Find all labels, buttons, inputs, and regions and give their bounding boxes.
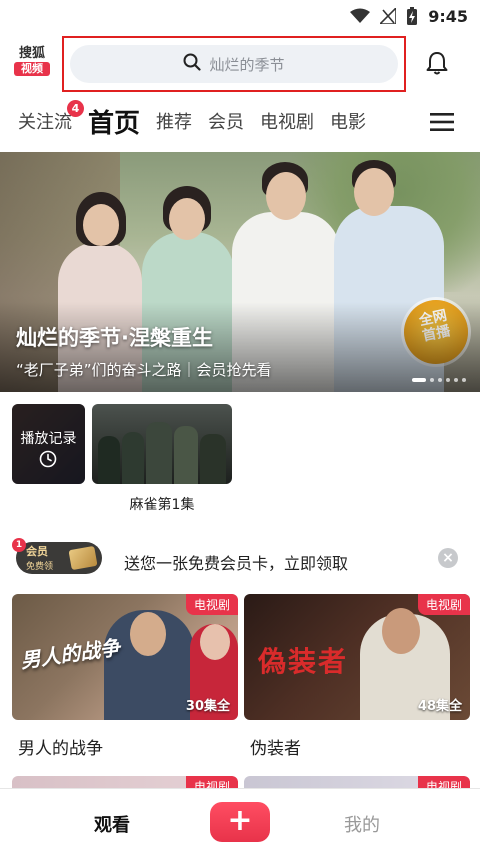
channel-tabs: 关注流 4 首页 推荐 会员 电视剧 电影: [0, 100, 480, 142]
search-icon: [183, 53, 202, 75]
poster-figure-head: [382, 608, 420, 654]
carousel-dot: [462, 378, 466, 382]
history-item-thumbnail[interactable]: [92, 404, 232, 484]
tab-vip[interactable]: 会员: [208, 108, 244, 134]
tab-home[interactable]: 首页: [88, 103, 140, 140]
episode-count: 30集全: [185, 699, 230, 714]
banner-figure-head: [169, 198, 205, 240]
tab-follow[interactable]: 关注流 4: [18, 100, 84, 134]
tab-movie[interactable]: 电影: [330, 108, 366, 134]
carousel-dot: [454, 378, 458, 382]
thumbnail-figure: [98, 436, 120, 484]
promo-text: 送您一张免费会员卡，立即领取: [124, 554, 349, 573]
tab-follow-badge: 4: [67, 100, 84, 117]
carousel-dot: [438, 378, 442, 382]
vip-card-icon: 会员 免费领: [16, 542, 102, 574]
no-signal-icon: [380, 8, 397, 24]
banner-subtitle: “老厂子弟”们的奋斗之路｜会员抢先看: [16, 361, 272, 379]
thumbnail-figure: [146, 422, 172, 484]
app-logo[interactable]: 搜狐 视频: [14, 46, 50, 76]
logo-bottom-text: 视频: [14, 62, 50, 76]
thumbnail-figure: [122, 432, 144, 484]
banner-figure-head: [354, 168, 394, 216]
search-highlight-frame: 灿烂的季节: [62, 36, 406, 92]
status-time: 9:45: [428, 6, 468, 26]
carousel-indicator: [412, 378, 466, 382]
card-title[interactable]: 男人的战争: [18, 734, 103, 759]
search-placeholder: 灿烂的季节: [209, 55, 285, 74]
tab-recommend[interactable]: 推荐: [156, 108, 192, 134]
tv-series-tag: 电视剧: [185, 594, 238, 615]
close-icon[interactable]: ×: [438, 548, 458, 568]
top-bar: 搜狐 视频 灿烂的季节: [0, 34, 480, 92]
vip-promo-bar[interactable]: 会员 免费领 1 送您一张免费会员卡，立即领取 ×: [12, 538, 464, 580]
poster-title-art: 偽装者: [258, 645, 349, 678]
hero-banner[interactable]: 全网 首播 灿烂的季节·涅槃重生 “老厂子弟”们的奋斗之路｜会员抢先看: [0, 152, 480, 392]
thumbnail-figure: [174, 426, 198, 484]
banner-figure-head: [266, 172, 306, 220]
vip-card-sub: 免费领: [26, 562, 54, 572]
thumbnail-figure: [200, 434, 226, 484]
episode-count: 48集全: [417, 699, 462, 714]
add-button[interactable]: +: [210, 802, 270, 842]
nav-watch[interactable]: 观看: [94, 811, 130, 837]
banner-figure-head: [83, 204, 119, 246]
tab-tv-series[interactable]: 电视剧: [260, 108, 314, 134]
battery-charging-icon: [406, 7, 418, 25]
banner-title: 灿烂的季节·涅槃重生: [16, 326, 213, 350]
tv-card[interactable]: 男人的战争 电视剧 30集全: [12, 594, 238, 720]
clock-icon: [39, 450, 57, 472]
carousel-dot: [446, 378, 450, 382]
nav-mine[interactable]: 我的: [344, 811, 380, 837]
poster-figure-head: [130, 612, 166, 656]
poster-figure-head: [200, 624, 230, 660]
search-input[interactable]: 灿烂的季节: [70, 45, 398, 83]
play-history-label: 播放记录: [20, 431, 77, 447]
tv-card[interactable]: 偽装者 电视剧 48集全: [244, 594, 470, 720]
card-title[interactable]: 伪装者: [250, 734, 301, 759]
status-bar: 9:45: [0, 0, 480, 32]
vip-card-chip: [68, 545, 98, 571]
tab-follow-label: 关注流: [18, 112, 72, 133]
tv-series-tag: 电视剧: [417, 594, 470, 615]
menu-icon[interactable]: [430, 112, 454, 136]
logo-top-text: 搜狐: [18, 46, 45, 61]
vip-card-title: 会员: [26, 545, 48, 558]
watch-history-row: 播放记录 麻雀第1集: [12, 404, 472, 514]
carousel-dot: [430, 378, 434, 382]
carousel-dot-active: [412, 378, 426, 382]
play-history-button[interactable]: 播放记录: [12, 404, 85, 484]
wifi-icon: [350, 8, 371, 24]
promo-badge: 1: [12, 538, 26, 552]
notification-bell-icon[interactable]: [424, 50, 450, 80]
bottom-nav: 观看 + 我的: [0, 788, 480, 853]
history-item-title: 麻雀第1集: [129, 497, 195, 513]
